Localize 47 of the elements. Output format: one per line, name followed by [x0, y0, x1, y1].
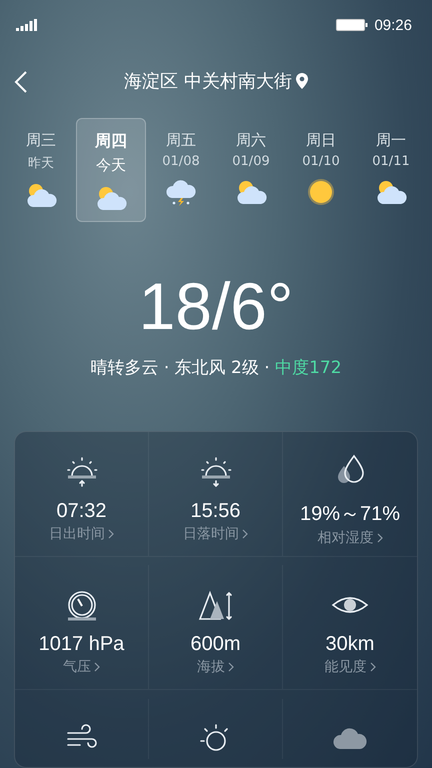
- status-time: 09:26: [374, 16, 412, 34]
- detail-link[interactable]: 日出时间: [49, 525, 114, 543]
- temperature-range: 18/6°: [138, 268, 294, 344]
- signal-icon: [16, 19, 38, 31]
- location-title[interactable]: 海淀区 中关村南大街: [124, 69, 292, 93]
- detail-value: 15:56: [190, 500, 241, 523]
- day-tab[interactable]: 周日 01/10: [286, 118, 356, 222]
- date-label: 01/10: [302, 154, 340, 169]
- detail-value: 30km: [326, 633, 374, 656]
- weekday-label: 周五: [166, 131, 196, 150]
- day-tab[interactable]: 周三 昨天: [6, 118, 76, 222]
- date-label: 今天: [96, 156, 126, 175]
- thunder-snow-icon: [165, 177, 197, 207]
- weekday-label: 周日: [306, 131, 336, 150]
- chevron-icon: [370, 662, 376, 672]
- date-label: 01/09: [232, 154, 270, 169]
- weather-summary: 晴转多云 · 东北风 2级 ·: [90, 358, 271, 378]
- weekday-label: 周六: [236, 131, 266, 150]
- detail-link[interactable]: 气压: [63, 658, 100, 676]
- detail-link[interactable]: 海拔: [197, 658, 234, 676]
- detail-value: 1017 hPa: [38, 633, 124, 656]
- location-pin-icon: [296, 73, 308, 89]
- day-tab[interactable]: 周四 今天: [76, 118, 146, 222]
- sun-icon: [306, 177, 336, 207]
- detail-value: 600m: [190, 633, 241, 656]
- weekday-label: 周一: [376, 131, 406, 150]
- date-label: 01/08: [162, 154, 200, 169]
- chevron-icon: [108, 529, 114, 539]
- weekday-label: 周三: [26, 131, 56, 150]
- day-tab[interactable]: 周五 01/08: [146, 118, 216, 222]
- air-quality-link[interactable]: 中度172: [275, 358, 342, 378]
- detail-link[interactable]: 相对湿度: [318, 529, 382, 547]
- date-label: 昨天: [28, 155, 54, 172]
- chevron-icon: [228, 662, 234, 672]
- chevron-icon: [242, 529, 248, 539]
- detail-link[interactable]: 能见度: [324, 658, 376, 676]
- detail-value: 07:32: [56, 500, 107, 523]
- back-icon: [14, 70, 28, 94]
- date-label: 01/11: [372, 154, 410, 169]
- day-tab[interactable]: 周六 01/09: [216, 118, 286, 222]
- chevron-icon: [376, 533, 382, 543]
- battery-icon: [336, 19, 368, 31]
- chevron-icon: [94, 662, 100, 672]
- detail-link[interactable]: 日落时间: [183, 525, 248, 543]
- day-tab[interactable]: 周一 01/11: [356, 118, 426, 222]
- detail-value: 19%～71%: [300, 502, 400, 527]
- weekday-label: 周四: [95, 131, 127, 152]
